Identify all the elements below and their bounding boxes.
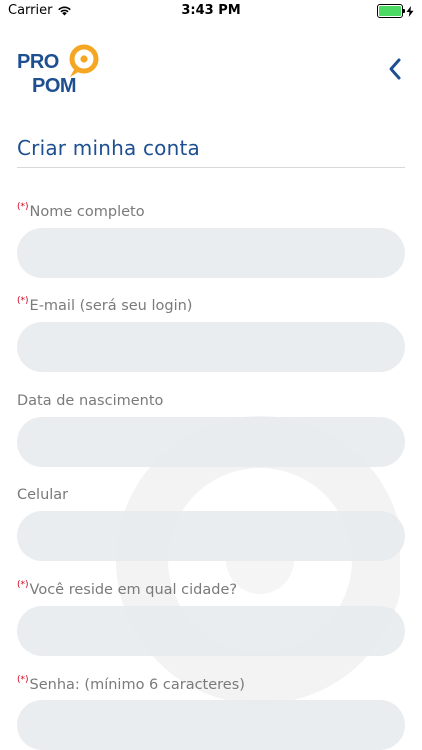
field-label-cidade: (*)Você reside em qual cidade? bbox=[17, 580, 238, 598]
field-label-nome: (*)Nome completo bbox=[17, 202, 145, 220]
senha-input[interactable] bbox=[17, 700, 405, 750]
status-right bbox=[377, 4, 414, 18]
field-label-nascimento: Data de nascimento bbox=[17, 393, 163, 409]
logo-text-pom: POM bbox=[32, 75, 76, 96]
title-divider bbox=[17, 167, 405, 168]
celular-input[interactable] bbox=[17, 511, 405, 561]
required-marker: (*) bbox=[17, 296, 29, 306]
field-label-cidade-text: Você reside em qual cidade? bbox=[29, 582, 238, 598]
required-marker: (*) bbox=[17, 580, 29, 590]
field-label-nascimento-text: Data de nascimento bbox=[17, 393, 164, 409]
chevron-left-icon bbox=[389, 58, 401, 80]
logo-text-pro: PRO bbox=[17, 51, 59, 73]
back-button[interactable] bbox=[384, 56, 408, 82]
cidade-input[interactable] bbox=[17, 606, 405, 656]
nome-completo-input[interactable] bbox=[17, 228, 405, 278]
field-label-celular-text: Celular bbox=[17, 487, 69, 503]
email-input[interactable] bbox=[17, 322, 405, 372]
field-label-nome-text: Nome completo bbox=[29, 204, 145, 220]
page-title: Criar minha conta bbox=[17, 136, 200, 160]
field-label-senha: (*)Senha: (mínimo 6 caracteres) bbox=[17, 675, 245, 693]
propom-logo: PRO POM bbox=[17, 44, 99, 96]
field-label-senha-text: Senha: (mínimo 6 caracteres) bbox=[29, 677, 245, 693]
charging-bolt-icon bbox=[406, 5, 414, 17]
field-label-email: (*)E-mail (será seu login) bbox=[17, 296, 193, 314]
battery-icon bbox=[377, 4, 405, 18]
required-marker: (*) bbox=[17, 675, 29, 685]
data-nascimento-input[interactable] bbox=[17, 417, 405, 467]
battery-level bbox=[379, 6, 401, 16]
field-label-celular: Celular bbox=[17, 487, 68, 503]
required-marker: (*) bbox=[17, 202, 29, 212]
status-bar: Carrier 3:43 PM bbox=[0, 0, 422, 22]
field-label-email-text: E-mail (será seu login) bbox=[29, 298, 193, 314]
status-time: 3:43 PM bbox=[181, 3, 241, 18]
